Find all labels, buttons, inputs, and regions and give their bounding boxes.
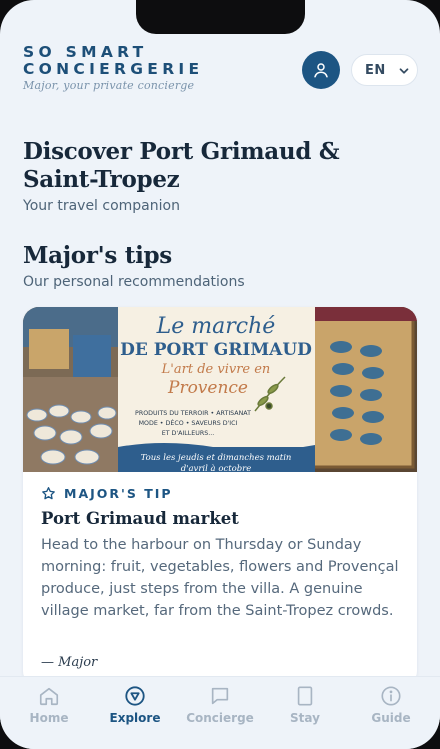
poster-slogan-2: Provence xyxy=(167,378,248,398)
tip-signature: — Major xyxy=(41,655,98,670)
poster-products-1: PRODUITS DU TERROIR • ARTISANAT xyxy=(135,410,251,417)
nav-stay-label: Stay xyxy=(290,711,320,725)
tip-body: Head to the harbour on Thursday or Sunda… xyxy=(41,537,399,619)
poster-products-2: MODE • DÉCO • SAVEURS D'ICI xyxy=(139,418,238,427)
language-select[interactable]: EN xyxy=(351,54,418,86)
poster-days-1: Tous les jeudis et dimanches matin xyxy=(141,453,292,463)
page-title: Discover Port Grimaud & Saint-Tropez xyxy=(23,138,340,193)
section-subtitle: Our personal recommendations xyxy=(23,274,245,290)
phone-frame: SO SMART CONCIERGERIE Major, your privat… xyxy=(0,0,440,749)
nav-explore-label: Explore xyxy=(109,711,161,725)
device-notch xyxy=(136,0,305,34)
tip-badge: MAJOR'S TIP xyxy=(41,486,173,501)
tip-card[interactable]: Le marché DE PORT GRIMAUD L'art de vivre… xyxy=(23,307,417,687)
user-icon xyxy=(314,63,328,78)
section-title: Major's tips xyxy=(23,242,172,269)
app-screen: SO SMART CONCIERGERIE Major, your privat… xyxy=(0,0,440,749)
bottom-nav: Home Explore Concierge Stay Guide xyxy=(0,676,440,749)
brand-name-line2: CONCIERGERIE xyxy=(23,60,204,78)
poster-slogan-1: L'art de vivre en xyxy=(161,362,271,377)
brand-name-line1: SO SMART xyxy=(23,43,148,61)
nav-guide[interactable]: Guide xyxy=(347,685,435,725)
home-icon xyxy=(39,687,59,706)
profile-button[interactable] xyxy=(302,51,340,89)
nav-concierge[interactable]: Concierge xyxy=(176,685,264,725)
language-value: EN xyxy=(365,62,386,78)
chat-icon xyxy=(211,687,229,705)
chevron-down-icon xyxy=(399,68,409,74)
nav-home[interactable]: Home xyxy=(5,685,93,725)
compass-icon xyxy=(125,686,145,706)
brand-tagline: Major, your private concierge xyxy=(23,79,195,92)
tip-title: Port Grimaud market xyxy=(41,509,239,528)
info-icon xyxy=(381,686,401,706)
brand-logo[interactable]: SO SMART CONCIERGERIE Major, your privat… xyxy=(23,43,204,93)
tip-badge-label: MAJOR'S TIP xyxy=(64,486,173,501)
poster-title-script: Le marché xyxy=(156,314,276,339)
poster-title: DE PORT GRIMAUD xyxy=(120,340,312,360)
nav-concierge-label: Concierge xyxy=(186,711,254,725)
nav-stay[interactable]: Stay xyxy=(261,685,349,725)
market-poster-image: Le marché DE PORT GRIMAUD L'art de vivre… xyxy=(23,307,417,472)
page-subtitle: Your travel companion xyxy=(23,198,180,214)
nav-home-label: Home xyxy=(29,711,69,725)
nav-explore[interactable]: Explore xyxy=(91,685,179,725)
poster-days-2: d'avril à octobre xyxy=(181,463,252,472)
nav-guide-label: Guide xyxy=(371,711,411,725)
star-icon xyxy=(42,487,55,500)
phone-icon xyxy=(297,686,313,706)
poster-products-3: ET D'AILLEURS... xyxy=(162,430,215,437)
